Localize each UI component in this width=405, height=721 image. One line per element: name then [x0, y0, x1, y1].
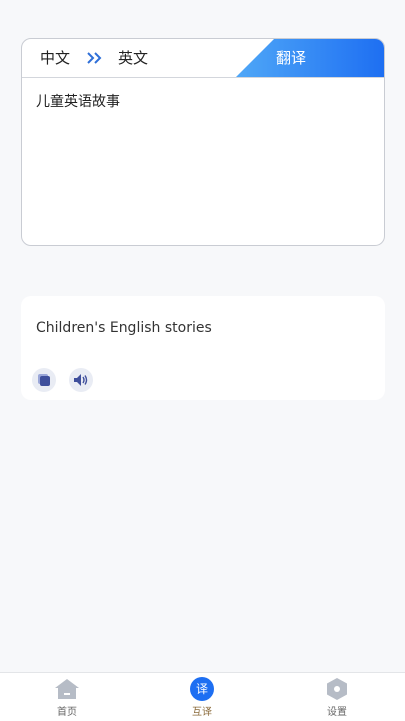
tab-home[interactable]: 首页: [27, 673, 107, 721]
tab-translate[interactable]: 译 互译: [162, 673, 242, 721]
source-language[interactable]: 中文: [40, 39, 70, 77]
translation-result-card: Children's English stories: [21, 296, 385, 400]
home-icon: [54, 677, 80, 701]
speaker-icon: [74, 374, 88, 386]
translation-input-card: 中文 英文 翻译 儿童英语故事: [21, 38, 385, 246]
source-text-input[interactable]: 儿童英语故事: [36, 91, 120, 111]
tab-settings-label: 设置: [327, 707, 347, 718]
tab-translate-label: 互译: [192, 707, 212, 718]
copy-icon: [38, 374, 50, 386]
tab-settings[interactable]: 设置: [297, 673, 377, 721]
translate-icon-glyph: 译: [190, 677, 214, 701]
settings-icon: [325, 677, 349, 701]
bottom-tab-bar: 首页 译 互译 设置: [0, 672, 405, 721]
translate-button[interactable]: 翻译: [236, 39, 384, 77]
tab-home-label: 首页: [57, 707, 77, 718]
target-language[interactable]: 英文: [118, 39, 148, 77]
translate-icon: 译: [190, 677, 214, 701]
double-chevron-right-icon[interactable]: [86, 51, 104, 65]
speak-button[interactable]: [69, 368, 93, 392]
copy-button[interactable]: [32, 368, 56, 392]
language-bar: 中文 英文 翻译: [22, 39, 384, 78]
translation-result-text: Children's English stories: [36, 320, 212, 336]
